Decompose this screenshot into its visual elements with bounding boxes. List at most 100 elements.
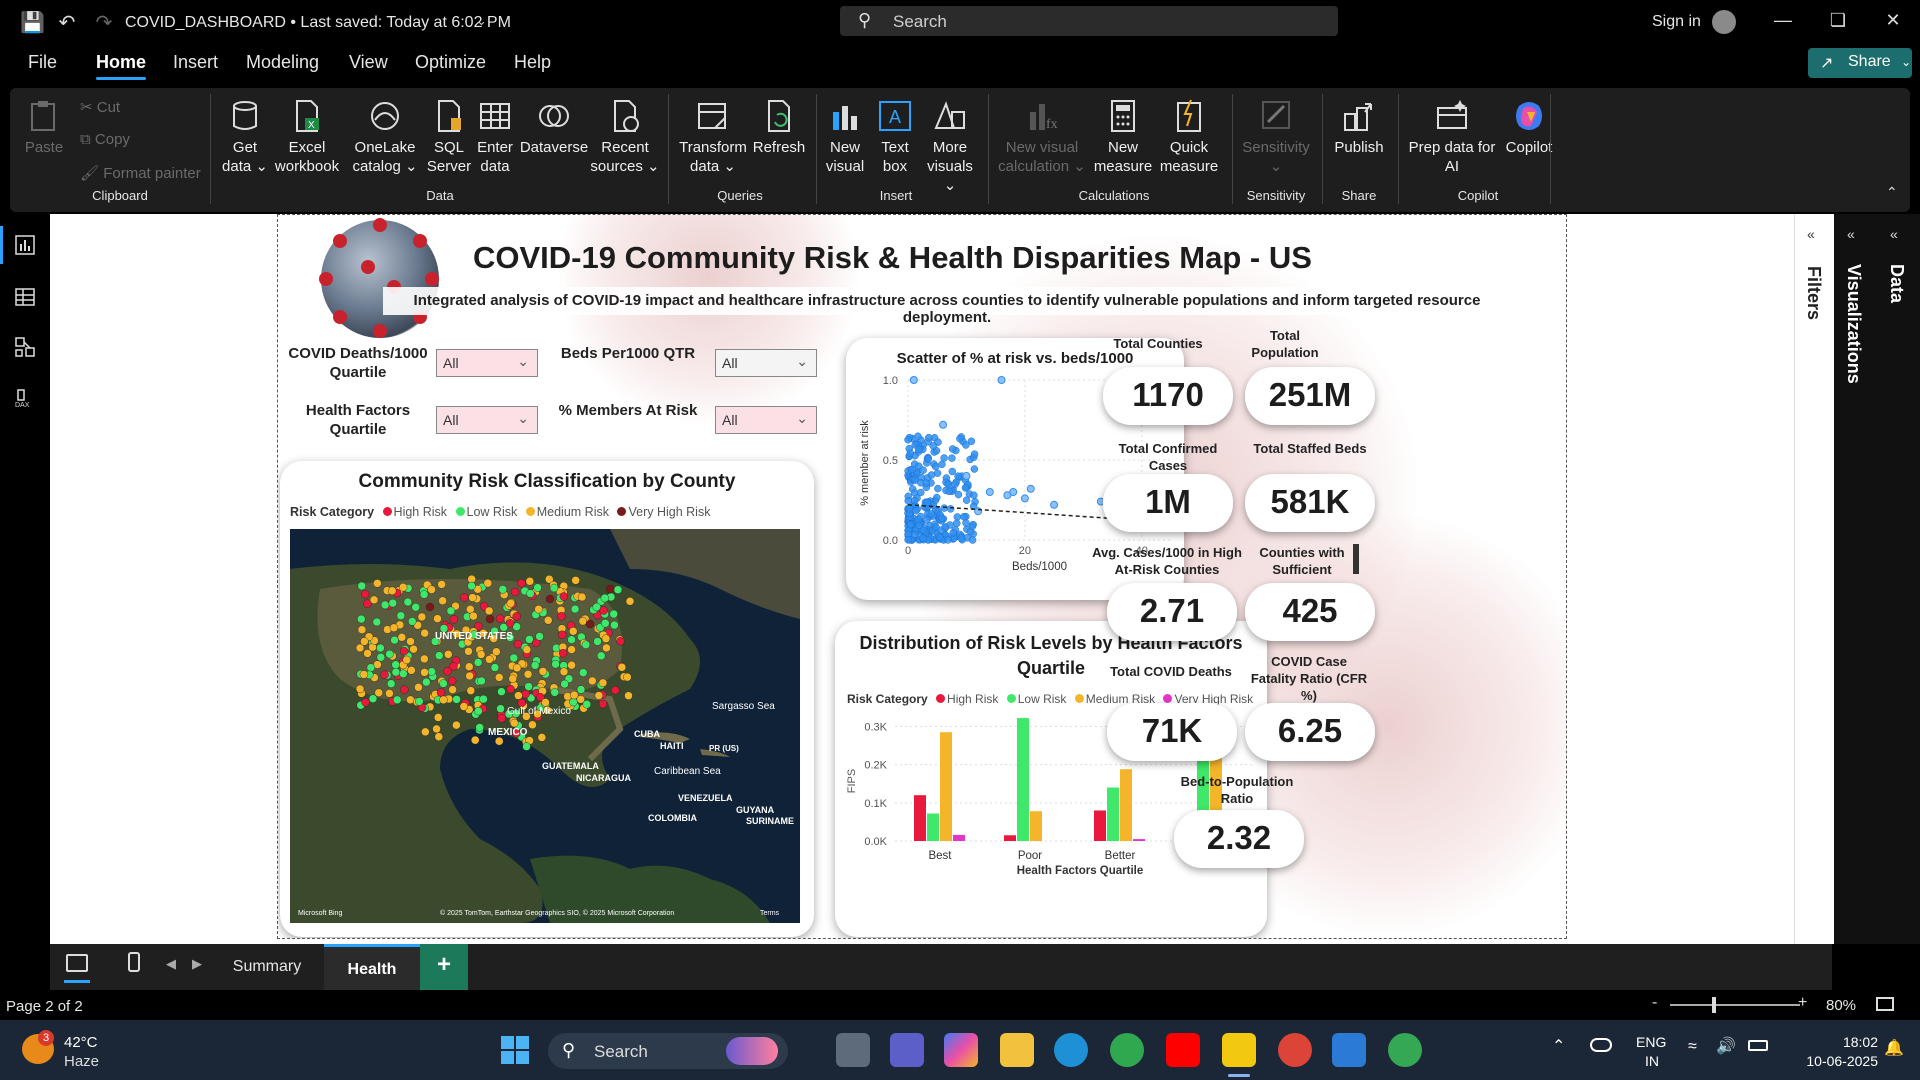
photos-icon[interactable] xyxy=(1332,1033,1366,1067)
weather-temperature[interactable]: 42°C xyxy=(64,1034,98,1051)
model-view-icon[interactable] xyxy=(14,336,36,358)
dax-query-view-icon[interactable]: DAX xyxy=(14,386,36,408)
search-box[interactable]: ⚲ Search xyxy=(840,6,1338,36)
prev-page-icon[interactable]: ◀ xyxy=(166,956,176,972)
restore-icon[interactable]: ❏ xyxy=(1823,10,1853,31)
visualizations-pane[interactable]: « Visualizations xyxy=(1834,214,1876,944)
battery-icon[interactable] xyxy=(1748,1040,1768,1051)
mobile-layout-icon[interactable] xyxy=(128,952,140,972)
notification-icon[interactable]: 🔔 xyxy=(1884,1038,1904,1058)
prep-data-for-ai-button[interactable]: Prep data for AI xyxy=(1402,98,1502,176)
redo-icon[interactable]: ↷ xyxy=(93,12,115,34)
teams-icon[interactable] xyxy=(890,1033,924,1067)
excel-workbook-button[interactable]: X Excel workbook xyxy=(272,98,342,176)
taskbar-search[interactable]: ⚲ Search xyxy=(548,1033,788,1069)
cloud-icon[interactable] xyxy=(1590,1038,1612,1052)
chrome-profile-icon[interactable] xyxy=(1110,1033,1144,1067)
next-page-icon[interactable]: ▶ xyxy=(192,956,202,972)
slicer-members-at-risk[interactable]: All ⌄ xyxy=(715,406,817,434)
zoom-out-button[interactable]: - xyxy=(1652,994,1657,1012)
refresh-button[interactable]: Refresh xyxy=(750,98,808,157)
menu-help[interactable]: Help xyxy=(514,52,551,73)
kpi-total-staffed-beds[interactable]: 581K xyxy=(1245,474,1375,532)
filters-pane[interactable]: « Filters xyxy=(1794,214,1834,944)
language-indicator[interactable]: ENG xyxy=(1636,1034,1666,1050)
slicer-deaths-quartile[interactable]: All ⌄ xyxy=(436,349,538,377)
quick-measure-button[interactable]: Quick measure xyxy=(1158,98,1220,176)
kpi-avg-cases-high-risk[interactable]: 2.71 xyxy=(1107,583,1237,641)
kpi-case-fatality-ratio[interactable]: 6.25 xyxy=(1245,703,1375,761)
recent-sources-button[interactable]: Recent sources ⌄ xyxy=(590,98,660,176)
menu-view[interactable]: View xyxy=(349,52,388,73)
table-view-icon[interactable] xyxy=(14,286,36,308)
new-visual-calculation-button[interactable]: fx New visual calculation ⌄ xyxy=(996,98,1088,176)
slicer-health-quartile[interactable]: All ⌄ xyxy=(436,406,538,434)
fit-to-page-icon[interactable] xyxy=(1876,997,1894,1011)
clock-date[interactable]: 10-06-2025 xyxy=(1786,1053,1878,1069)
power-bi-icon[interactable] xyxy=(1222,1033,1256,1067)
get-data-button[interactable]: Get data ⌄ xyxy=(220,98,270,176)
text-box-button[interactable]: A Text box xyxy=(874,98,916,176)
edge-icon[interactable] xyxy=(1054,1033,1088,1067)
chevron-up-icon[interactable]: ⌃ xyxy=(1552,1036,1565,1056)
slicer-beds-quartile[interactable]: All ⌄ xyxy=(715,349,817,377)
enter-data-button[interactable]: Enter data xyxy=(472,98,518,176)
menu-optimize[interactable]: Optimize xyxy=(415,52,486,73)
share-button[interactable]: ↗ Share ⌄ xyxy=(1808,48,1912,78)
copy-button[interactable]: ⧉ Copy xyxy=(80,131,130,148)
chrome-icon[interactable] xyxy=(1278,1033,1312,1067)
zoom-slider[interactable] xyxy=(1670,1004,1800,1006)
kpi-total-counties[interactable]: 1170 xyxy=(1103,367,1233,425)
save-icon[interactable]: 💾 xyxy=(20,12,45,34)
scrollbar-indicator[interactable] xyxy=(1353,544,1359,574)
kpi-bed-to-population-ratio[interactable]: 2.32 xyxy=(1174,810,1304,868)
tab-summary[interactable]: Summary xyxy=(212,944,322,990)
sign-in-link[interactable]: Sign in xyxy=(1652,13,1701,31)
kpi-total-confirmed-cases[interactable]: 1M xyxy=(1103,474,1233,532)
clock-time[interactable]: 18:02 xyxy=(1812,1034,1878,1050)
transform-data-button[interactable]: Transform data ⌄ xyxy=(674,98,752,176)
wifi-icon[interactable]: ≈ xyxy=(1688,1038,1697,1056)
collapse-ribbon-icon[interactable]: ⌃ xyxy=(1886,184,1898,201)
map-visual[interactable]: Community Risk Classification by County … xyxy=(280,461,814,937)
tab-health[interactable]: Health xyxy=(324,944,420,990)
close-icon[interactable]: ✕ xyxy=(1878,10,1908,31)
new-measure-button[interactable]: New measure xyxy=(1092,98,1154,176)
kpi-total-covid-deaths[interactable]: 71K xyxy=(1107,703,1237,761)
expand-icon[interactable]: « xyxy=(1890,226,1898,242)
copilot-button[interactable]: Copilot xyxy=(1496,98,1562,157)
menu-file[interactable]: File xyxy=(28,52,57,73)
sql-server-button[interactable]: SQL Server xyxy=(424,98,474,176)
zoom-in-button[interactable]: + xyxy=(1798,994,1807,1012)
volume-icon[interactable]: 🔊 xyxy=(1716,1036,1736,1056)
satellite-map[interactable]: UNITED STATES Gulf of Mexico MEXICO CUBA… xyxy=(290,529,800,923)
report-view-icon[interactable] xyxy=(14,234,36,256)
copilot-app-icon[interactable] xyxy=(944,1033,978,1067)
cut-button[interactable]: ✂ Cut xyxy=(80,98,120,116)
new-visual-button[interactable]: New visual xyxy=(820,98,870,176)
undo-icon[interactable]: ↶ xyxy=(56,12,78,34)
kpi-total-population[interactable]: 251M xyxy=(1245,367,1375,425)
menu-modeling[interactable]: Modeling xyxy=(246,52,319,73)
onelake-catalog-button[interactable]: OneLake catalog ⌄ xyxy=(346,98,424,176)
task-view-icon[interactable] xyxy=(836,1033,870,1067)
avatar-icon[interactable] xyxy=(1712,10,1736,34)
menu-insert[interactable]: Insert xyxy=(173,52,218,73)
chevron-down-icon[interactable]: ⌄ xyxy=(476,13,487,29)
expand-icon[interactable]: « xyxy=(1807,226,1815,242)
language-region[interactable]: IN xyxy=(1645,1053,1659,1069)
zoom-slider-thumb[interactable] xyxy=(1712,997,1716,1013)
zoom-level[interactable]: 80% xyxy=(1826,997,1856,1014)
sensitivity-button[interactable]: Sensitivity ⌄ xyxy=(1238,98,1314,176)
chrome-profile-icon[interactable] xyxy=(1388,1033,1422,1067)
more-visuals-button[interactable]: More visuals ⌄ xyxy=(920,98,980,195)
start-icon[interactable] xyxy=(500,1035,530,1065)
publish-button[interactable]: Publish xyxy=(1328,98,1390,157)
document-title[interactable]: COVID_DASHBOARD • Last saved: Today at 6… xyxy=(125,14,511,32)
format-painter-button[interactable]: 🖌 Format painter xyxy=(80,164,201,182)
weather-description[interactable]: Haze xyxy=(64,1053,99,1070)
file-explorer-icon[interactable] xyxy=(1000,1033,1034,1067)
youtube-icon[interactable] xyxy=(1166,1033,1200,1067)
dataverse-button[interactable]: Dataverse xyxy=(518,98,590,157)
add-page-button[interactable]: + xyxy=(420,944,468,990)
